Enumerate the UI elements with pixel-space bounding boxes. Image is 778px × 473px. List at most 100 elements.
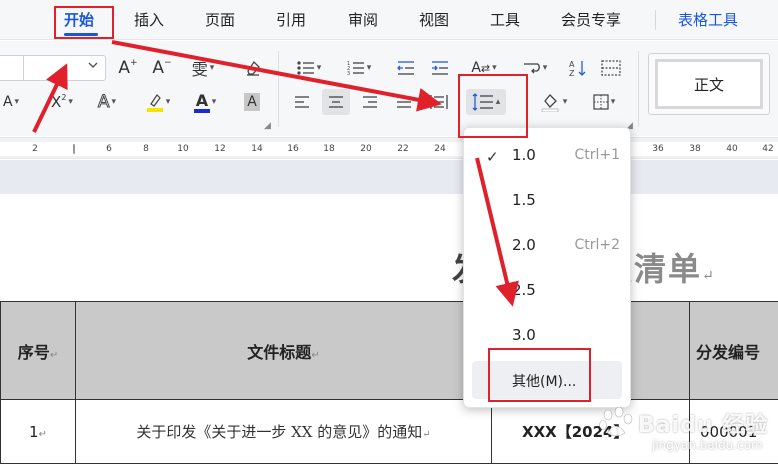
line-spacing-option-1-0[interactable]: ✓ 1.0 Ctrl+1 xyxy=(472,136,622,176)
option-shortcut: Ctrl+1 xyxy=(574,147,620,163)
ruler-tick: 18 xyxy=(323,144,335,154)
paragraph-mark: ↵ xyxy=(422,429,431,440)
group-separator xyxy=(638,51,639,127)
annotation-box-line-spacing xyxy=(458,74,528,138)
pinyin-guide-icon[interactable]: 雯 ▾ xyxy=(186,55,220,81)
borders-icon[interactable]: ▾ xyxy=(586,89,622,115)
font-shrink-icon[interactable]: A − xyxy=(150,55,174,81)
font-size-select[interactable] xyxy=(0,55,106,81)
svg-text:3: 3 xyxy=(347,71,350,76)
horizontal-ruler[interactable]: 2 6 8 10 12 14 16 18 20 22 24 36 38 40 4… xyxy=(0,137,778,159)
paragraph-mark: ↵ xyxy=(702,268,716,284)
justify-icon[interactable] xyxy=(392,89,416,115)
ruler-strip: 2 6 8 10 12 14 16 18 20 22 24 36 38 40 4… xyxy=(0,142,778,156)
header-distribution-number: 分发编号 xyxy=(696,342,761,362)
table-header-cell[interactable]: 文件标题↵ xyxy=(75,301,492,400)
ruler-tick: 12 xyxy=(214,144,226,154)
ruler-tick: 14 xyxy=(251,144,263,154)
bullets-icon[interactable]: ▾ xyxy=(292,55,326,81)
option-value: 2.5 xyxy=(512,281,536,299)
table-borders-icon[interactable] xyxy=(598,55,624,81)
header-file-title: 文件标题 xyxy=(247,342,312,362)
sort-icon[interactable]: AZ xyxy=(566,55,590,81)
table-header-cell[interactable]: 序号↵ xyxy=(0,301,76,400)
align-left-icon[interactable] xyxy=(290,89,314,115)
decrease-indent-icon[interactable] xyxy=(394,55,418,81)
paragraph-mark: ↵ xyxy=(311,349,320,361)
svg-text:A: A xyxy=(569,60,575,69)
distributed-icon[interactable] xyxy=(426,89,452,115)
tab-view[interactable]: 视图 xyxy=(419,8,449,32)
ruler-indent-marker[interactable] xyxy=(73,144,75,154)
group-separator xyxy=(278,51,279,127)
table-header-row: 序号↵ 文件标题↵ 分发编号 xyxy=(0,301,778,400)
table-cell[interactable]: 1↵ xyxy=(0,399,76,464)
font-grow-label: A xyxy=(118,58,131,78)
watermark-text: Baidu 经验 xyxy=(638,413,769,438)
annotation-box-home-tab xyxy=(54,6,114,39)
shading-icon[interactable]: ▾ xyxy=(536,89,572,115)
font-size-divider xyxy=(23,56,24,80)
tab-member[interactable]: 会员专享 xyxy=(561,8,621,32)
option-value: 1.0 xyxy=(512,146,536,164)
option-value: 3.0 xyxy=(512,326,536,344)
annotation-box-other xyxy=(488,348,591,402)
character-shading-icon[interactable]: A xyxy=(240,89,264,115)
tab-page[interactable]: 页面 xyxy=(205,8,235,32)
table-header-cell[interactable]: 分发编号 xyxy=(689,301,778,400)
option-value: 1.5 xyxy=(512,191,536,209)
paragraph-mark: ↵ xyxy=(38,428,47,440)
ruler-tick: 24 xyxy=(434,144,446,154)
menu-separator xyxy=(655,10,656,30)
option-shortcut: Ctrl+2 xyxy=(574,237,620,253)
strikethrough-icon[interactable]: A ▾ xyxy=(0,89,26,115)
baidu-paw-icon xyxy=(599,407,633,437)
font-grow-icon[interactable]: A + xyxy=(116,55,140,81)
superscript-icon[interactable]: X 2 ▾ xyxy=(46,89,78,115)
ruler-tick: 8 xyxy=(143,144,149,154)
cell-file-title: 关于印发《关于进一步 XX 的意见》的通知 xyxy=(136,423,423,441)
tab-review[interactable]: 审阅 xyxy=(348,8,378,32)
ribbon-toolbar: A + A − 雯 ▾ A ▾ X 2 ▾ A ▾ ▾ A ▾ A ◢ ▾ 1 2 3 ▾ xyxy=(0,41,778,136)
ruler-tick: 6 xyxy=(106,144,112,154)
font-dialog-launcher[interactable]: ◢ xyxy=(264,121,271,131)
cell-index: 1 xyxy=(29,422,39,441)
ruler-tick: 22 xyxy=(397,144,409,154)
header-index: 序号 xyxy=(17,342,50,362)
chevron-down-icon[interactable] xyxy=(87,59,99,74)
tab-insert[interactable]: 插入 xyxy=(134,8,164,32)
tab-tools[interactable]: 工具 xyxy=(490,8,520,32)
menu-bar: 开始 插入 页面 引用 审阅 视图 工具 会员专享 表格工具 xyxy=(0,0,778,40)
ruler-tick: 16 xyxy=(287,144,299,154)
increase-indent-icon[interactable] xyxy=(428,55,452,81)
line-spacing-option-1-5[interactable]: 1.5 xyxy=(472,181,622,221)
ruler-tick: 40 xyxy=(726,144,738,154)
paragraph-mark: ↵ xyxy=(49,349,59,361)
highlight-icon[interactable]: ▾ xyxy=(140,89,176,115)
align-right-icon[interactable] xyxy=(358,89,382,115)
table-cell[interactable]: 关于印发《关于进一步 XX 的意见》的通知↵ xyxy=(75,399,492,464)
font-color-icon[interactable]: A ▾ xyxy=(188,89,222,115)
style-normal[interactable]: 正文 xyxy=(655,59,763,109)
font-shrink-label: A xyxy=(152,58,165,78)
superscript-label: X xyxy=(51,93,62,111)
line-spacing-option-2-5[interactable]: 2.5 xyxy=(472,271,622,311)
tab-references[interactable]: 引用 xyxy=(276,8,306,32)
ruler-tick: 2 xyxy=(32,144,38,154)
document-background xyxy=(0,160,778,194)
numbering-icon[interactable]: 1 2 3 ▾ xyxy=(342,55,376,81)
align-center-icon[interactable] xyxy=(322,89,350,115)
ruler-tick: 20 xyxy=(360,144,372,154)
clear-format-icon[interactable] xyxy=(240,55,266,81)
baidu-watermark: Baidu 经验 jingyan.baidu.com xyxy=(590,405,770,465)
font-color-label: A xyxy=(195,91,209,110)
ruler-tick: 38 xyxy=(689,144,701,154)
svg-text:Z: Z xyxy=(569,69,575,77)
line-spacing-option-2-0[interactable]: 2.0 Ctrl+2 xyxy=(472,226,622,266)
text-effect-label: A xyxy=(97,92,110,113)
character-shading-label: A xyxy=(244,93,260,111)
ruler-tick: 42 xyxy=(762,144,774,154)
tab-table-tools[interactable]: 表格工具 xyxy=(678,8,738,32)
text-effect-icon[interactable]: A ▾ xyxy=(90,89,124,115)
style-gallery: 正文 xyxy=(648,53,770,115)
